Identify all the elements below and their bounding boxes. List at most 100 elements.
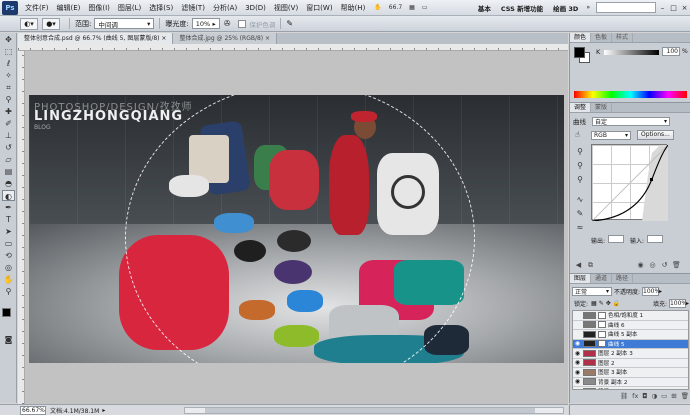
curve-smooth-icon[interactable]: ≈: [575, 223, 585, 233]
curve-point-tool-icon[interactable]: ∿: [575, 195, 585, 205]
type-tool-icon[interactable]: T: [2, 214, 15, 225]
layer-row[interactable]: ◉ 图层 3 副本: [573, 368, 688, 378]
arrange-icon[interactable]: ▦: [407, 4, 417, 11]
tab-styles[interactable]: 样式: [612, 33, 634, 42]
channel-k-slider[interactable]: [604, 50, 659, 55]
layer-row[interactable]: ◉ 图层 2: [573, 358, 688, 368]
gradient-tool-icon[interactable]: ▤: [2, 166, 15, 177]
opacity-arrow-icon[interactable]: ▸: [659, 288, 662, 295]
tab-swatches[interactable]: 色板: [591, 33, 613, 42]
link-icon[interactable]: ⛓: [620, 392, 628, 400]
workspace-more-icon[interactable]: »: [583, 4, 593, 11]
horizontal-scrollbar[interactable]: [184, 406, 564, 414]
airbrush-icon[interactable]: ✇: [224, 19, 231, 28]
layer-row[interactable]: ◉ 背景 副本 2: [573, 377, 688, 387]
color-foreground-swatch[interactable]: [574, 47, 585, 58]
layer-thumbnail[interactable]: [583, 359, 596, 367]
scrollbar-thumb[interactable]: [205, 407, 535, 413]
layer-mask-thumbnail[interactable]: [598, 321, 606, 329]
layer-row[interactable]: ◉ 背景: [573, 387, 688, 389]
crop-tool-icon[interactable]: ⌗: [2, 82, 15, 93]
brush-tool-icon[interactable]: ✐: [2, 118, 15, 129]
blend-mode-select[interactable]: 正常 ▾: [572, 286, 612, 296]
search-input[interactable]: [596, 2, 656, 13]
hand-icon[interactable]: ✋: [372, 4, 383, 11]
adjust-clip-icon[interactable]: ⧉: [586, 261, 595, 270]
tab-layers[interactable]: 图层: [570, 274, 592, 283]
dodge-tool-icon[interactable]: ◐: [2, 190, 15, 201]
visibility-eye-icon[interactable]: ◉: [573, 369, 582, 376]
curves-options-button[interactable]: Options...: [637, 130, 674, 140]
workspace-css[interactable]: CSS 新增功能: [496, 3, 548, 13]
adjust-icon[interactable]: ◑: [651, 392, 657, 400]
layer-thumbnail[interactable]: [583, 368, 596, 376]
layer-thumbnail[interactable]: [583, 349, 596, 357]
range-select[interactable]: 中间调 ▾: [94, 18, 155, 29]
3d-orbit-tool-icon[interactable]: ◎: [2, 262, 15, 273]
curves-graph[interactable]: [591, 144, 668, 221]
tab-adjustments[interactable]: 调整: [570, 103, 592, 112]
menu-view[interactable]: 视图(V): [270, 3, 302, 13]
tab-color[interactable]: 颜色: [570, 33, 592, 42]
layer-mask-thumbnail[interactable]: [598, 340, 606, 348]
quick-select-tool-icon[interactable]: ✧: [2, 70, 15, 81]
fx-icon[interactable]: fx: [632, 392, 638, 400]
layer-row[interactable]: ◉ 曲线 5: [573, 339, 688, 349]
layer-thumbnail[interactable]: [583, 311, 596, 319]
fill-input[interactable]: 100%: [668, 298, 687, 308]
menu-help[interactable]: 帮助(H): [337, 3, 370, 13]
tab-document-main[interactable]: 整体创意合成.psd @ 66.7% (曲线 5, 图层蒙版/8) ×: [18, 33, 174, 44]
folder-icon[interactable]: ▭: [661, 392, 667, 400]
eyedropper-black-icon[interactable]: ⚲: [575, 147, 585, 157]
zoom-input[interactable]: 66.67%: [20, 405, 46, 415]
layer-row[interactable]: 色相/饱和度 1: [573, 311, 688, 321]
menu-image[interactable]: 图像(I): [84, 3, 114, 13]
tab-paths[interactable]: 路径: [612, 274, 634, 283]
visibility-eye-icon[interactable]: ◉: [573, 388, 582, 389]
color-spectrum[interactable]: [574, 91, 687, 98]
new-layer-icon[interactable]: ⊞: [671, 392, 676, 400]
menu-window[interactable]: 窗口(W): [302, 3, 336, 13]
eraser-tool-icon[interactable]: ▱: [2, 154, 15, 165]
lasso-tool-icon[interactable]: ℓ: [2, 58, 15, 69]
minimize-button[interactable]: –: [657, 3, 668, 14]
workspace-3d[interactable]: 绘画 3D: [548, 3, 583, 13]
visibility-eye-icon[interactable]: ◉: [573, 350, 582, 357]
mask-icon[interactable]: ◘: [642, 392, 647, 400]
dodge-tool-preset-icon[interactable]: ◐▾: [20, 17, 38, 30]
path-select-tool-icon[interactable]: ➤: [2, 226, 15, 237]
input-value[interactable]: [647, 235, 663, 243]
tab-masks[interactable]: 蒙版: [591, 103, 613, 112]
adjust-preview-icon[interactable]: ◎: [648, 261, 657, 270]
history-brush-icon[interactable]: ↺: [2, 142, 15, 153]
eyedropper-tool-icon[interactable]: ⚲: [2, 94, 15, 105]
layer-mask-thumbnail[interactable]: [598, 330, 606, 338]
marquee-tool-icon[interactable]: ⬚: [2, 46, 15, 57]
layer-row[interactable]: 曲线 5 副本: [573, 330, 688, 340]
tab-channels[interactable]: 通道: [591, 274, 613, 283]
foreground-color-swatch[interactable]: [2, 308, 11, 317]
target-adjust-icon[interactable]: ☝: [575, 130, 580, 139]
document-image[interactable]: PHOTOSHOP/DESIGN/孜孜师 LINGZHONGQIANG BLOG: [29, 95, 564, 363]
close-button[interactable]: ×: [679, 3, 690, 14]
layer-row[interactable]: 曲线 6: [573, 320, 688, 330]
visibility-eye-icon[interactable]: ◉: [573, 378, 582, 385]
layer-thumbnail[interactable]: [583, 330, 596, 338]
menu-edit[interactable]: 编辑(E): [53, 3, 85, 13]
layer-row[interactable]: ◉ 图层 2 副本 3: [573, 349, 688, 359]
visibility-eye-icon[interactable]: ◉: [573, 359, 582, 366]
exposure-input[interactable]: 10% ▸: [191, 18, 220, 29]
adjust-eye-icon[interactable]: ◉: [636, 261, 645, 270]
trash-icon[interactable]: 🗑: [681, 392, 689, 400]
healing-tool-icon[interactable]: ✚: [2, 106, 15, 117]
lock-transparent-icon[interactable]: ▦: [591, 300, 597, 307]
eyedropper-white-icon[interactable]: ⚲: [575, 175, 585, 185]
doc-info[interactable]: 文档:4.1M/38.1M: [50, 406, 99, 415]
hand-tool-icon[interactable]: ✋: [2, 274, 15, 285]
screen-mode-icon[interactable]: ▭: [420, 4, 430, 11]
shape-tool-icon[interactable]: ▭: [2, 238, 15, 249]
pen-tool-icon[interactable]: ✒: [2, 202, 15, 213]
layer-thumbnail[interactable]: [583, 387, 596, 389]
layer-list[interactable]: 色相/饱和度 1 曲线 6 曲线 5 副本 ◉ 曲线 5 ◉ 图层 2 副本 3 ◉ 图层 2 ◉…: [572, 310, 689, 390]
layer-thumbnail[interactable]: [583, 340, 596, 348]
